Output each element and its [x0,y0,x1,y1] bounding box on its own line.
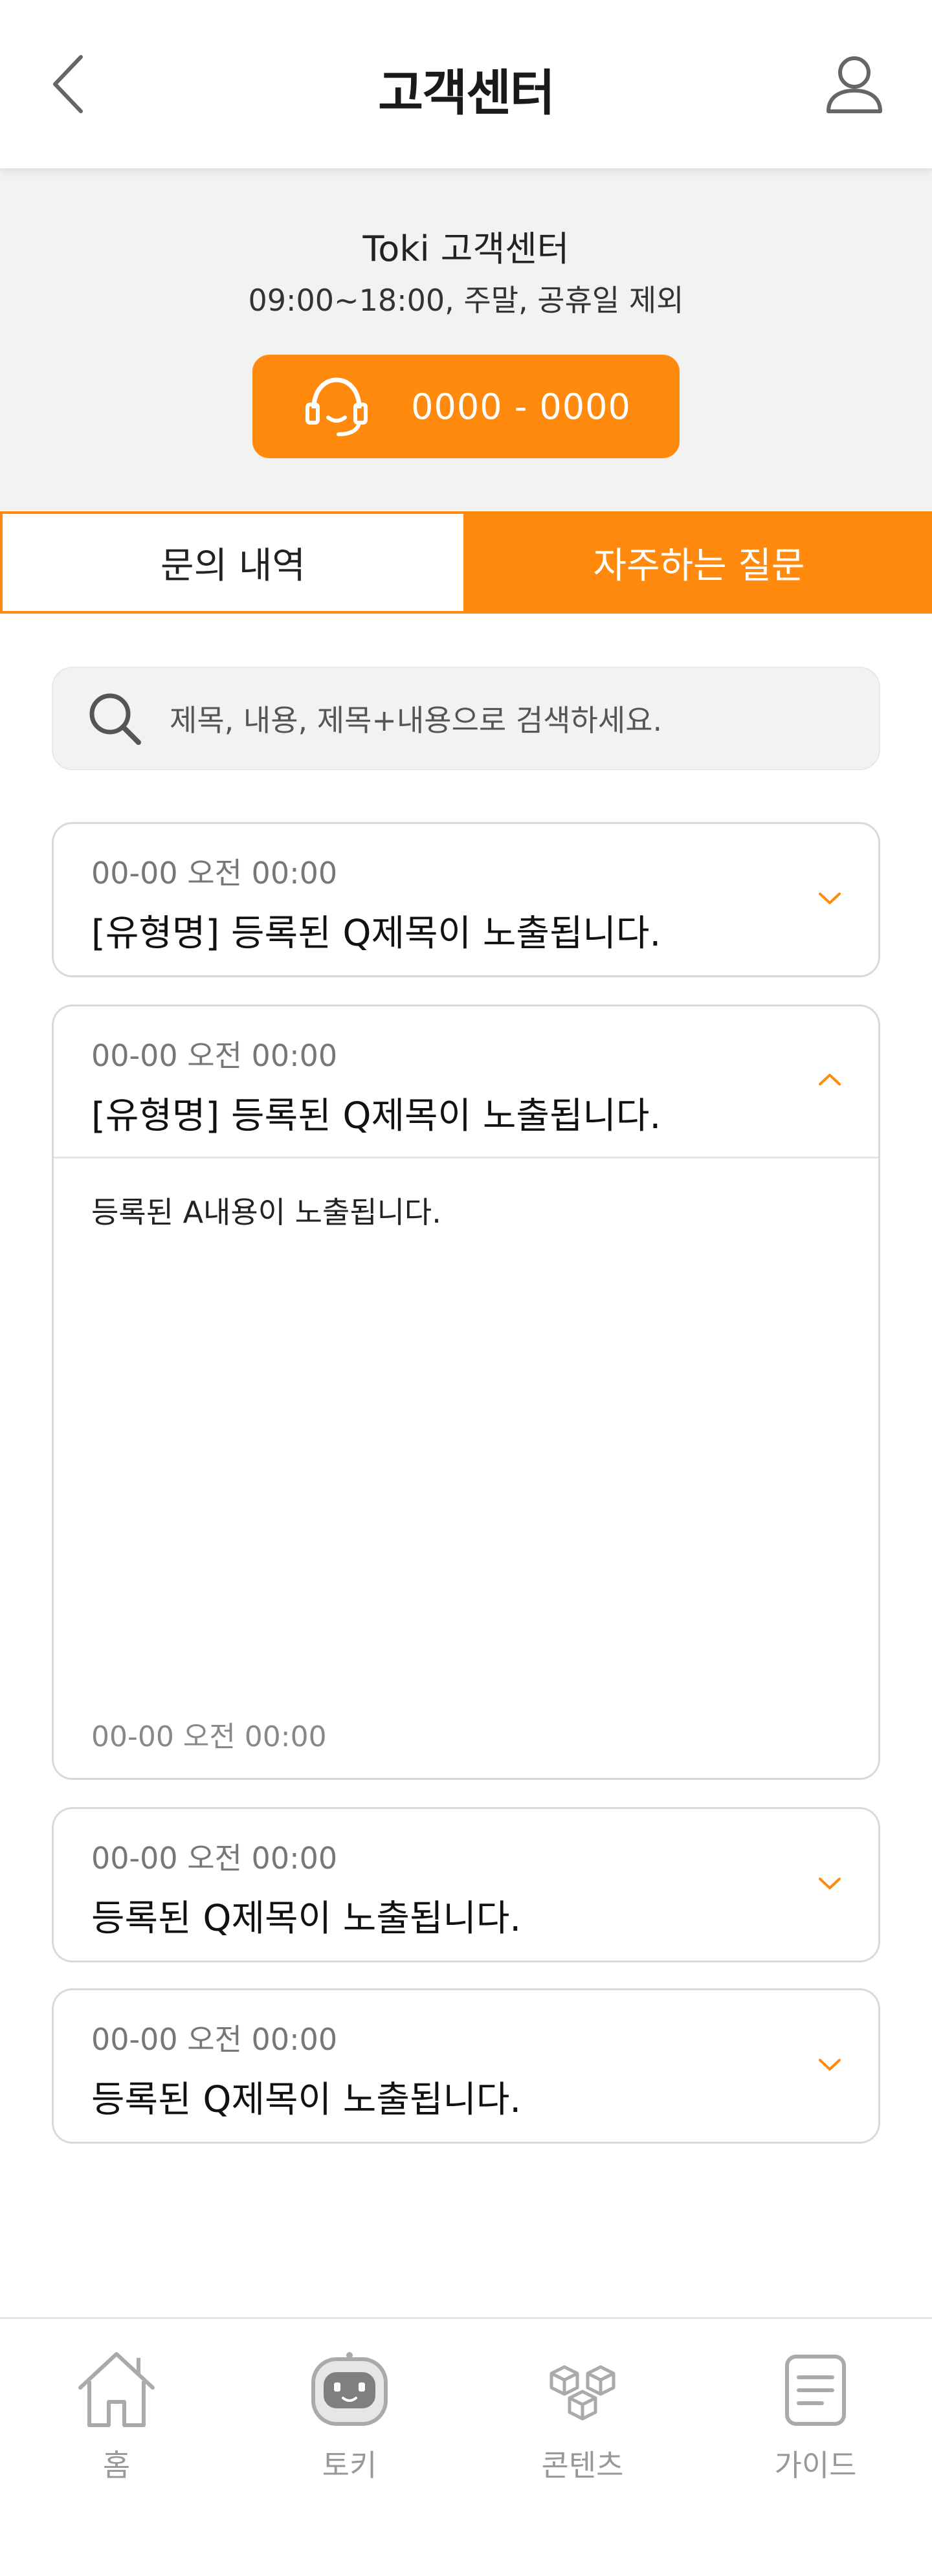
faq-item-expanded[interactable]: 00-00 오전 00:00 [유형명] 등록된 Q제목이 노출됩니다. 등록된… [52,1005,880,1780]
chevron-up-icon[interactable] [814,1063,846,1096]
headset-icon [305,377,368,436]
faq-item[interactable]: 00-00 오전 00:00 등록된 Q제목이 노출됩니다. [52,1807,880,1962]
faq-date: 00-00 오전 00:00 [91,1841,338,1876]
faq-date: 00-00 오전 00:00 [91,856,338,891]
faq-item[interactable]: 00-00 오전 00:00 등록된 Q제목이 노출됩니다. [52,1988,880,2144]
nav-label: 콘텐츠 [541,2448,624,2483]
user-icon [827,56,882,113]
phone-number: 0000 - 0000 [411,386,631,427]
nav-guide[interactable]: 가이드 [699,2345,932,2500]
chevron-down-icon[interactable] [814,882,846,915]
operating-hours: 09:00~18:00, 주말, 공휴일 제외 [248,283,684,318]
nav-label: 가이드 [774,2448,857,2483]
faq-divider [54,1157,878,1159]
tab-inquiry-history[interactable]: 문의 내역 [0,511,466,614]
faq-question: 등록된 Q제목이 노출됩니다. [91,1898,522,1940]
call-button[interactable]: 0000 - 0000 [252,355,680,458]
profile-button[interactable] [822,52,887,117]
chevron-down-icon[interactable] [814,2049,846,2081]
app-header: 고객센터 [0,0,932,168]
nav-toki[interactable]: 토키 [233,2345,466,2500]
search-input[interactable]: 제목, 내용, 제목+내용으로 검색하세요. [52,667,880,770]
cubes-icon [549,2365,616,2421]
customer-center-banner: Toki 고객센터 09:00~18:00, 주말, 공휴일 제외 0000 -… [0,168,932,511]
faq-answer-date: 00-00 오전 00:00 [91,1720,327,1753]
tab-bar: 문의 내역 자주하는 질문 [0,511,932,614]
bottom-navigation: 홈 토키 콘텐츠 가이드 [0,2317,932,2576]
search-icon [89,693,141,745]
home-icon [78,2352,155,2427]
tab-faq[interactable]: 자주하는 질문 [466,511,932,614]
faq-date: 00-00 오전 00:00 [91,1038,338,1073]
center-name: Toki 고객센터 [362,228,570,269]
nav-contents[interactable]: 콘텐츠 [466,2345,699,2500]
nav-home[interactable]: 홈 [0,2345,233,2500]
faq-date: 00-00 오전 00:00 [91,2022,338,2057]
faq-question: [유형명] 등록된 Q제목이 노출됩니다. [91,1095,661,1137]
document-icon [785,2355,846,2426]
faq-question: [유형명] 등록된 Q제목이 노출됩니다. [91,913,661,955]
nav-label: 토키 [322,2448,377,2483]
page-title: 고객센터 [378,64,555,122]
nav-label: 홈 [102,2448,131,2483]
faq-answer: 등록된 A내용이 노출됩니다. [91,1195,441,1230]
chevron-down-icon[interactable] [814,1867,846,1900]
faq-question: 등록된 Q제목이 노출됩니다. [91,2079,522,2121]
toki-robot-icon [311,2352,388,2426]
faq-item[interactable]: 00-00 오전 00:00 [유형명] 등록된 Q제목이 노출됩니다. [52,822,880,977]
search-placeholder: 제목, 내용, 제목+내용으로 검색하세요. [170,703,663,738]
